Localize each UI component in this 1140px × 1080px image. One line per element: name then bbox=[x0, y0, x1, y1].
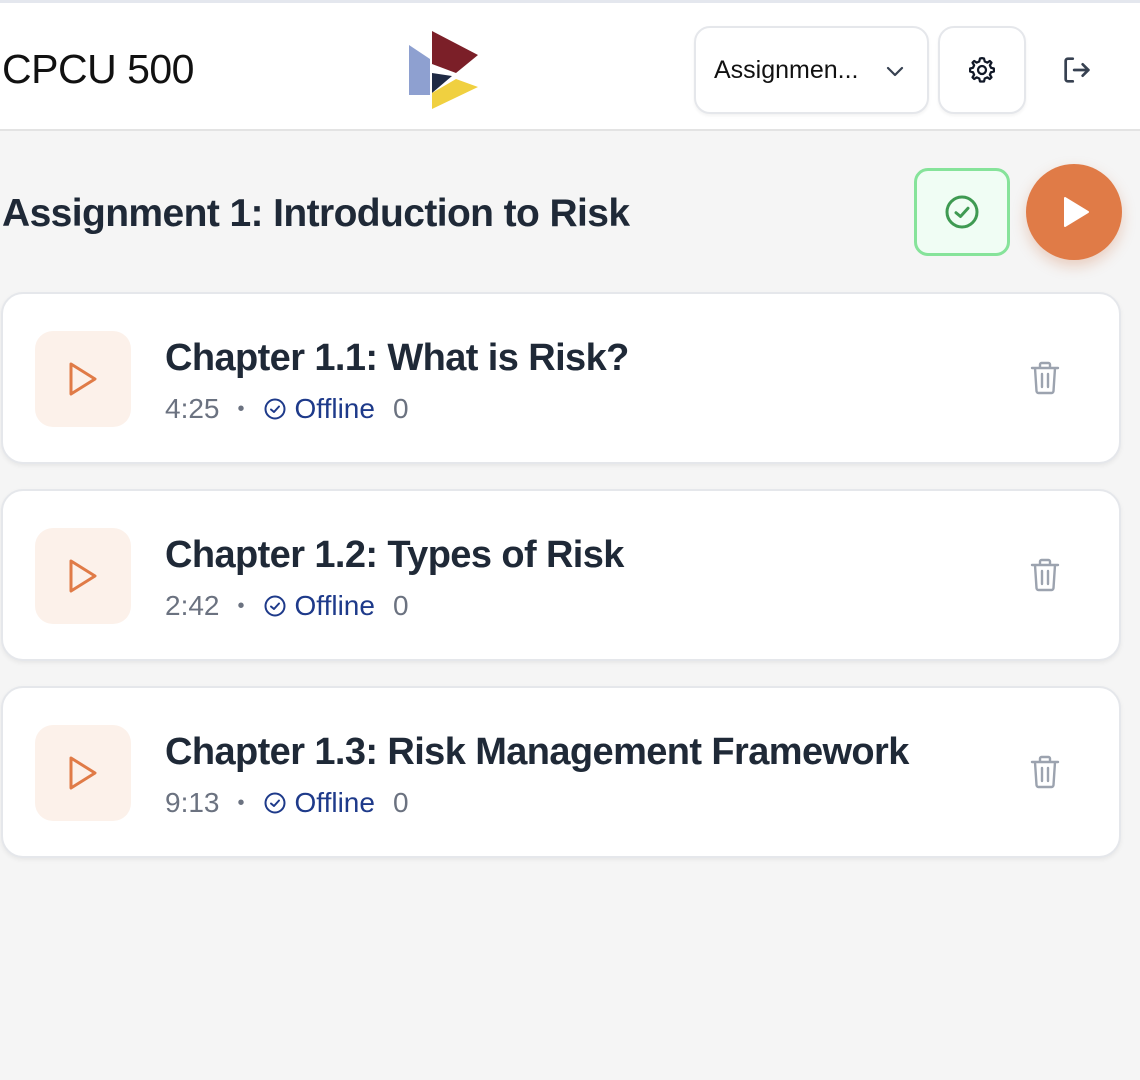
top-bar: CPCU 500 Assignmen... bbox=[0, 0, 1140, 131]
play-outline-icon bbox=[69, 559, 97, 593]
offline-label: Offline bbox=[294, 590, 375, 621]
offline-status: Offline bbox=[263, 590, 375, 622]
play-outline-icon bbox=[69, 756, 97, 790]
chapter-duration: 4:25 bbox=[165, 393, 220, 424]
logout-button[interactable] bbox=[1050, 43, 1104, 97]
assignment-select-value: Assignmen... bbox=[714, 55, 859, 84]
chapter-count: 0 bbox=[392, 393, 409, 424]
play-icon bbox=[1064, 197, 1089, 227]
chapter-play-button[interactable] bbox=[35, 331, 131, 427]
offline-status: Offline bbox=[263, 393, 375, 425]
chapter-play-button[interactable] bbox=[35, 528, 131, 624]
course-title: CPCU 500 bbox=[2, 46, 194, 92]
chapter-play-button[interactable] bbox=[35, 725, 131, 821]
delete-button[interactable] bbox=[1025, 358, 1065, 398]
chapter-meta: 9:13 • Offline 0 bbox=[165, 785, 409, 821]
logo-icon bbox=[408, 31, 480, 109]
play-outline-icon bbox=[69, 362, 97, 396]
gear-icon bbox=[969, 57, 995, 83]
chevron-down-icon bbox=[885, 60, 905, 80]
meta-separator: • bbox=[237, 594, 245, 617]
assignment-title: Assignment 1: Introduction to Risk bbox=[2, 192, 630, 235]
meta-separator: • bbox=[237, 791, 245, 814]
meta-separator: • bbox=[237, 397, 245, 420]
check-circle-icon bbox=[264, 595, 286, 617]
trash-icon bbox=[1030, 361, 1060, 395]
offline-label: Offline bbox=[294, 787, 375, 818]
chapter-duration: 9:13 bbox=[165, 787, 220, 818]
delete-button[interactable] bbox=[1025, 555, 1065, 595]
chapter-count: 0 bbox=[392, 787, 409, 818]
mark-complete-button[interactable] bbox=[914, 168, 1010, 256]
chapter-title: Chapter 1.2: Types of Risk bbox=[165, 534, 624, 576]
assignment-select[interactable]: Assignmen... bbox=[694, 26, 929, 114]
settings-button[interactable] bbox=[938, 26, 1026, 114]
chapter-card[interactable]: Chapter 1.2: Types of Risk 2:42 • Offlin… bbox=[1, 489, 1121, 661]
trash-icon bbox=[1030, 558, 1060, 592]
chapter-title: Chapter 1.3: Risk Management Framework bbox=[165, 731, 909, 773]
chapter-card[interactable]: Chapter 1.1: What is Risk? 4:25 • Offlin… bbox=[1, 292, 1121, 464]
chapter-title: Chapter 1.1: What is Risk? bbox=[165, 337, 629, 379]
chapter-card[interactable]: Chapter 1.3: Risk Management Framework 9… bbox=[1, 686, 1121, 858]
trash-icon bbox=[1030, 755, 1060, 789]
chapter-count: 0 bbox=[392, 590, 409, 621]
chapter-duration: 2:42 bbox=[165, 590, 220, 621]
check-circle-icon bbox=[264, 398, 286, 420]
chapter-meta: 2:42 • Offline 0 bbox=[165, 588, 409, 624]
logout-icon bbox=[1064, 57, 1090, 83]
play-all-button[interactable] bbox=[1026, 164, 1122, 260]
check-circle-icon bbox=[945, 195, 979, 229]
chapter-meta: 4:25 • Offline 0 bbox=[165, 391, 409, 427]
delete-button[interactable] bbox=[1025, 752, 1065, 792]
offline-status: Offline bbox=[263, 787, 375, 819]
check-circle-icon bbox=[264, 792, 286, 814]
offline-label: Offline bbox=[294, 393, 375, 424]
